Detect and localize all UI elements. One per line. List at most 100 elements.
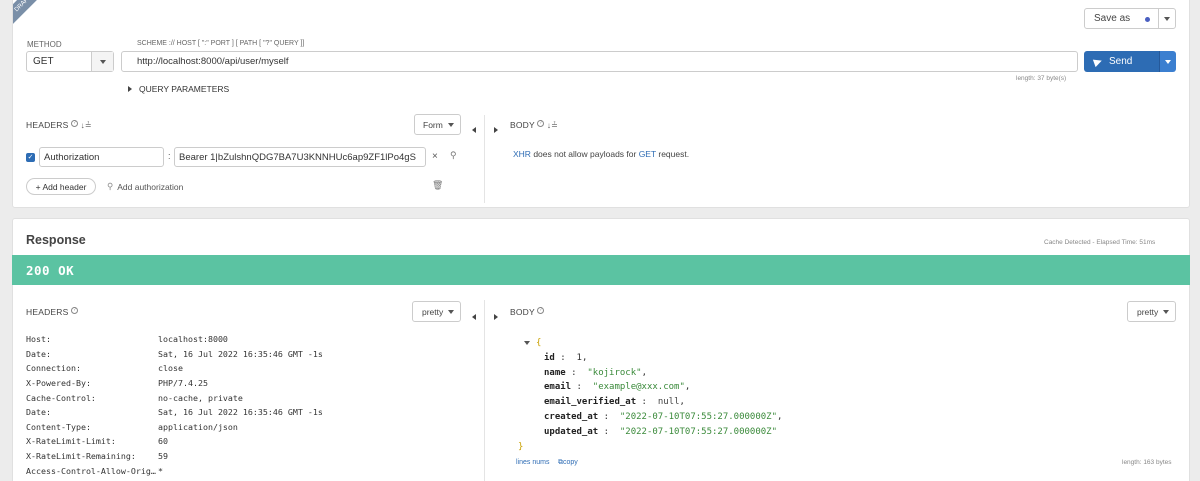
header-value: close bbox=[158, 363, 183, 374]
header-key: Cache-Control: bbox=[26, 392, 96, 403]
trash-icon[interactable]: 🗑 bbox=[432, 180, 443, 191]
json-line: name : "kojirock", bbox=[544, 367, 647, 378]
collapse-left-button[interactable] bbox=[472, 120, 476, 138]
expand-right-button[interactable] bbox=[494, 307, 498, 325]
json-key: email_verified_at bbox=[544, 397, 637, 408]
send-button[interactable]: Send bbox=[1084, 51, 1159, 72]
key-icon[interactable]: ⚲ bbox=[450, 150, 457, 161]
json-line: created_at : "2022-07-10T07:55:27.000000… bbox=[544, 411, 783, 422]
response-headers-mode-value: pretty bbox=[422, 306, 444, 317]
collapse-toggle-icon[interactable] bbox=[524, 340, 530, 345]
header-value: 60 bbox=[158, 436, 168, 447]
save-as-dropdown[interactable] bbox=[1158, 8, 1176, 29]
sort-icon[interactable]: ↓≟ bbox=[81, 121, 92, 130]
json-open-brace: { bbox=[536, 338, 542, 348]
header-row: Content-Type: application/json bbox=[26, 420, 466, 435]
panel-divider bbox=[484, 300, 485, 481]
sort-icon[interactable]: ↓≟ bbox=[547, 121, 558, 130]
header-key: Content-Type: bbox=[26, 421, 91, 432]
help-icon[interactable]: ? bbox=[537, 307, 545, 315]
header-row: Date: Sat, 16 Jul 2022 16:35:46 GMT -1s bbox=[26, 347, 466, 362]
draft-ribbon: DRAFT bbox=[13, 0, 45, 26]
line-nums-link[interactable]: lines nums bbox=[516, 459, 549, 466]
header-key: Connection: bbox=[26, 363, 81, 374]
json-key: updated_at bbox=[544, 426, 599, 437]
response-body-title: BODY ? bbox=[510, 307, 545, 317]
xhr-link[interactable]: XHR bbox=[513, 149, 531, 159]
save-as-label: Save as bbox=[1094, 13, 1131, 24]
query-params-label: QUERY PARAMETERS bbox=[139, 84, 230, 94]
copy-link[interactable]: ⧉copy bbox=[558, 459, 578, 467]
json-close-line: } bbox=[518, 440, 1084, 455]
json-value: "2022-07-10T07:55:27.000000Z" bbox=[619, 411, 778, 422]
header-name-input[interactable]: Authorization bbox=[39, 147, 164, 167]
header-enabled-checkbox[interactable]: ✓ bbox=[26, 153, 35, 162]
copy-label: copy bbox=[563, 459, 578, 466]
header-row: X-RateLimit-Limit: 60 bbox=[26, 434, 466, 449]
request-body-title: BODY ? ↓≟ bbox=[510, 120, 558, 130]
help-icon[interactable]: ? bbox=[537, 120, 545, 128]
response-body-mode[interactable]: pretty bbox=[1127, 301, 1176, 322]
url-input[interactable]: http://localhost:8000/api/user/myself bbox=[121, 51, 1078, 72]
chevron-down-icon bbox=[1163, 309, 1170, 314]
header-row: Access-Control-Allow-Orig… * bbox=[26, 463, 466, 478]
add-header-button[interactable]: + Add header bbox=[26, 178, 96, 195]
add-authorization-link[interactable]: ⚲ Add authorization bbox=[107, 181, 183, 192]
header-row: Date: Sat, 16 Jul 2022 16:35:46 GMT -1s bbox=[26, 405, 466, 420]
json-viewer: { id : 1, name : "kojirock", email : "ex… bbox=[518, 336, 1084, 454]
expand-right-button[interactable] bbox=[494, 120, 498, 138]
query-params-toggle[interactable]: QUERY PARAMETERS bbox=[128, 84, 229, 94]
method-select[interactable]: GET bbox=[26, 51, 114, 72]
response-headers-mode[interactable]: pretty bbox=[412, 301, 461, 322]
header-separator: : bbox=[168, 151, 171, 161]
response-headers-label: HEADERS bbox=[26, 307, 69, 317]
body-msg-end: request. bbox=[656, 149, 690, 159]
headers-mode-value: Form bbox=[423, 119, 443, 130]
status-bar: 200 OK bbox=[12, 255, 1190, 285]
request-headers-title: HEADERS ? ↓≟ bbox=[26, 120, 92, 130]
body-msg-text: does not allow payloads for bbox=[530, 149, 639, 159]
save-as-button[interactable]: Save as bbox=[1084, 8, 1159, 29]
collapse-left-button[interactable] bbox=[472, 307, 476, 325]
json-line: email_verified_at : null, bbox=[544, 397, 685, 408]
json-line: id : 1, bbox=[544, 352, 588, 363]
send-dropdown[interactable] bbox=[1159, 51, 1176, 72]
caret-left-icon bbox=[472, 314, 476, 320]
header-value-text: Bearer 1|bZulshnQDG7BA7U3KNNHUc6ap9ZF1lP… bbox=[179, 151, 416, 163]
cache-info: Cache Detected - Elapsed Time: 51ms bbox=[1044, 239, 1156, 246]
caret-left-icon bbox=[472, 127, 476, 133]
header-key: Host: bbox=[26, 334, 51, 345]
help-icon[interactable]: ? bbox=[71, 307, 79, 315]
json-value: 1 bbox=[576, 352, 582, 363]
unsaved-dot-icon bbox=[1145, 17, 1150, 22]
header-name-value: Authorization bbox=[44, 151, 100, 163]
chevron-down-icon bbox=[447, 122, 454, 127]
json-key: created_at bbox=[544, 411, 599, 422]
header-value: * bbox=[158, 465, 163, 476]
header-row: X-Powered-By: PHP/7.4.25 bbox=[26, 376, 466, 391]
chevron-down-icon bbox=[99, 59, 106, 64]
request-body-message: XHR does not allow payloads for GET requ… bbox=[513, 149, 689, 159]
header-row: X-RateLimit-Remaining: 59 bbox=[26, 449, 466, 464]
remove-header-icon[interactable]: × bbox=[432, 151, 438, 162]
header-key: X-Powered-By: bbox=[26, 378, 91, 389]
caret-right-icon bbox=[128, 86, 132, 92]
header-key: Access-Control-Allow-Orig… bbox=[26, 465, 156, 476]
request-body-label: BODY bbox=[510, 120, 535, 130]
get-link[interactable]: GET bbox=[639, 149, 656, 159]
chevron-down-icon bbox=[1165, 59, 1171, 64]
header-value: Sat, 16 Jul 2022 16:35:46 GMT -1s bbox=[158, 407, 323, 418]
help-icon[interactable]: ? bbox=[71, 120, 79, 128]
add-authorization-label: Add authorization bbox=[117, 181, 184, 192]
method-label: METHOD bbox=[27, 40, 62, 49]
send-label: Send bbox=[1109, 56, 1133, 67]
header-key: Date: bbox=[26, 348, 51, 359]
header-row: Connection: close bbox=[26, 361, 466, 376]
send-icon bbox=[1092, 56, 1104, 67]
headers-mode-select[interactable]: Form bbox=[414, 114, 461, 135]
header-key: Date: bbox=[26, 407, 51, 418]
json-value: "kojirock" bbox=[587, 367, 642, 378]
header-value-input[interactable]: Bearer 1|bZulshnQDG7BA7U3KNNHUc6ap9ZF1lP… bbox=[174, 147, 426, 167]
chevron-down-icon bbox=[448, 309, 455, 314]
header-key: X-RateLimit-Remaining: bbox=[26, 451, 136, 462]
